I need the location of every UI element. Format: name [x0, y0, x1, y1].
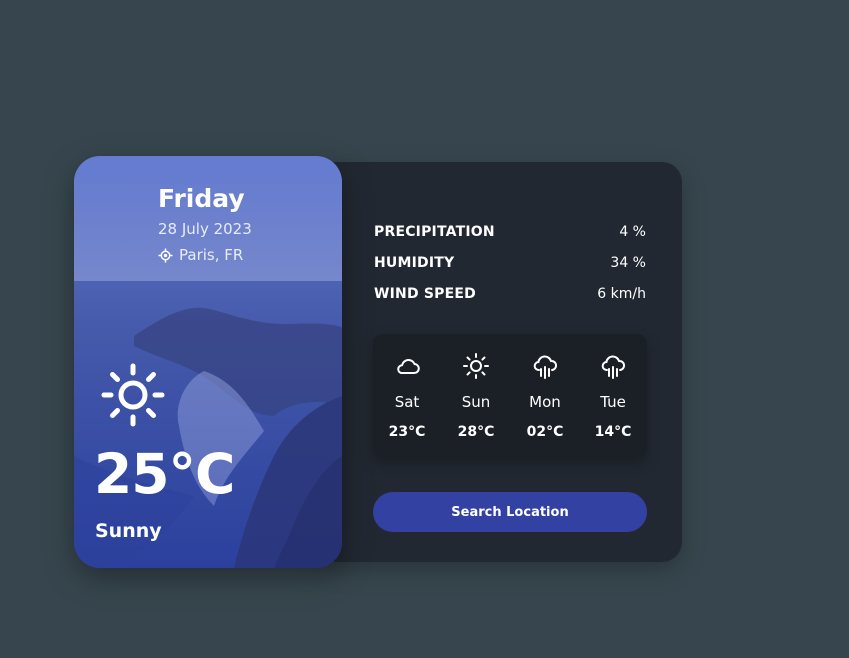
- forecast-day-sat: Sat 23°C: [379, 352, 435, 440]
- weather-condition: Sunny: [95, 520, 162, 542]
- forecast-day-name: Mon: [529, 393, 561, 411]
- forecast-day-name: Tue: [600, 393, 626, 411]
- cloud-rain-icon: [601, 355, 626, 379]
- location: Paris, FR: [158, 246, 243, 264]
- stat-value: 6 km/h: [597, 285, 646, 302]
- sun-icon: [463, 353, 489, 379]
- location-target-icon: [158, 247, 173, 263]
- forecast-temperature: 02°C: [526, 424, 564, 440]
- forecast-day-mon: Mon 02°C: [517, 352, 573, 440]
- current-weather-card: Friday 28 July 2023 Paris, FR 25°C Sunny: [74, 156, 342, 568]
- day-name: Friday: [158, 184, 245, 213]
- forecast-day-tue: Tue 14°C: [585, 352, 641, 440]
- current-temperature: 25°C: [94, 442, 235, 506]
- stat-label: PRECIPITATION: [374, 223, 495, 240]
- weather-stats: PRECIPITATION 4 % HUMIDITY 34 % WIND SPE…: [374, 216, 646, 309]
- stat-label: HUMIDITY: [374, 254, 455, 271]
- stat-wind-speed: WIND SPEED 6 km/h: [374, 278, 646, 309]
- stat-precipitation: PRECIPITATION 4 %: [374, 216, 646, 247]
- forecast-temperature: 28°C: [457, 424, 495, 440]
- forecast-day-name: Sat: [394, 393, 420, 411]
- forecast-temperature: 23°C: [388, 424, 426, 440]
- sun-icon: [101, 363, 165, 427]
- search-location-button[interactable]: Search Location: [373, 492, 647, 532]
- cloud-rain-icon: [533, 355, 558, 379]
- stat-label: WIND SPEED: [374, 285, 476, 302]
- stat-value: 34 %: [610, 254, 646, 271]
- forecast-day-name: Sun: [461, 393, 491, 411]
- forecast-day-sun: Sun 28°C: [448, 352, 504, 440]
- forecast-list: Sat 23°C Sun 28°C Mon 02°C Tue 14°C: [373, 334, 647, 458]
- location-text: Paris, FR: [179, 246, 244, 264]
- date: 28 July 2023: [158, 220, 252, 238]
- weather-info-panel: PRECIPITATION 4 % HUMIDITY 34 % WIND SPE…: [316, 162, 682, 562]
- forecast-temperature: 14°C: [594, 424, 632, 440]
- cloud-icon: [397, 358, 420, 374]
- stat-humidity: HUMIDITY 34 %: [374, 247, 646, 278]
- stat-value: 4 %: [619, 223, 646, 240]
